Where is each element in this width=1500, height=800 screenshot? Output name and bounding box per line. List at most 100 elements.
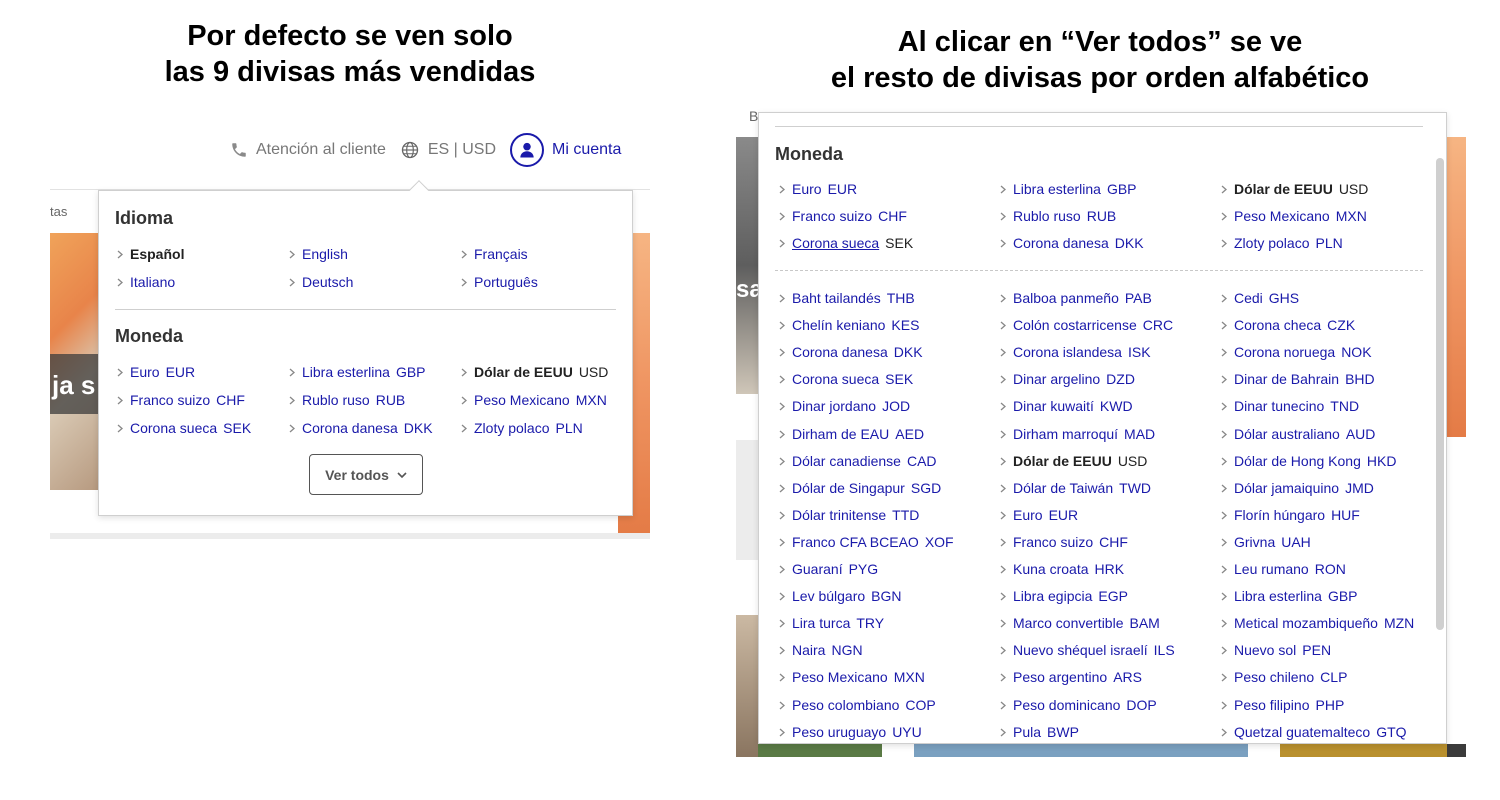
currency-code: SEK bbox=[223, 420, 252, 436]
currency-option[interactable]: Dólar de EEUU USD bbox=[1221, 181, 1368, 197]
currency-option[interactable]: Euro EUR bbox=[1000, 507, 1078, 523]
currency-name: Dirham marroquí bbox=[1013, 425, 1119, 442]
currency-option[interactable]: Dólar jamaiquino JMD bbox=[1221, 480, 1374, 496]
currency-option[interactable]: Peso argentino ARS bbox=[1000, 669, 1142, 685]
currency-option[interactable]: Lira turca TRY bbox=[779, 615, 884, 631]
currency-option[interactable]: Corona danesa DKK bbox=[779, 344, 923, 360]
account-link[interactable]: Mi cuenta bbox=[510, 133, 621, 167]
currency-option[interactable]: Dólar canadiense CAD bbox=[779, 453, 937, 469]
currency-option[interactable]: Peso Mexicano MXN bbox=[461, 392, 607, 408]
currency-option[interactable]: Chelín keniano KES bbox=[779, 317, 919, 333]
currency-option[interactable]: Dólar de EEUU USD bbox=[461, 364, 608, 380]
currency-option[interactable]: Rublo ruso RUB bbox=[1000, 208, 1116, 224]
currency-option[interactable]: Dinar argelino DZD bbox=[1000, 371, 1135, 387]
currency-code: HUF bbox=[1331, 506, 1360, 523]
language-option[interactable]: English bbox=[289, 246, 348, 262]
chevron-right-icon bbox=[779, 373, 785, 387]
currency-code: TTD bbox=[892, 506, 920, 523]
currency-option[interactable]: Guaraní PYG bbox=[779, 561, 878, 577]
locale-selector[interactable]: ES | USD bbox=[400, 140, 496, 160]
currency-option[interactable]: Dinar tunecino TND bbox=[1221, 398, 1359, 414]
language-option[interactable]: Deutsch bbox=[289, 274, 353, 290]
chevron-right-icon bbox=[1221, 482, 1227, 496]
currency-option[interactable]: Franco CFA BCEAO XOF bbox=[779, 534, 954, 550]
currency-option[interactable]: Dólar trinitense TTD bbox=[779, 507, 919, 523]
currency-option[interactable]: Balboa panmeño PAB bbox=[1000, 290, 1152, 306]
currency-option[interactable]: Kuna croata HRK bbox=[1000, 561, 1124, 577]
currency-option[interactable]: Corona sueca SEK bbox=[779, 371, 913, 387]
language-option[interactable]: Italiano bbox=[117, 274, 175, 290]
currency-option[interactable]: Euro EUR bbox=[117, 364, 195, 380]
currency-option[interactable]: Marco convertible BAM bbox=[1000, 615, 1160, 631]
currency-option[interactable]: Pula BWP bbox=[1000, 724, 1079, 740]
currency-option[interactable]: Dinar jordano JOD bbox=[779, 398, 910, 414]
currency-option[interactable]: Peso Mexicano MXN bbox=[779, 669, 925, 685]
support-link[interactable]: Atención al cliente bbox=[230, 141, 386, 159]
currency-option[interactable]: Franco suizo CHF bbox=[779, 208, 907, 224]
currency-option[interactable]: Lev búlgaro BGN bbox=[779, 588, 902, 604]
currency-option[interactable]: Leu rumano RON bbox=[1221, 561, 1346, 577]
currency-option[interactable]: Libra esterlina GBP bbox=[1221, 588, 1358, 604]
currency-option[interactable]: Grivna UAH bbox=[1221, 534, 1311, 550]
currency-option[interactable]: Peso uruguayo UYU bbox=[779, 724, 922, 740]
language-option[interactable]: Español bbox=[117, 246, 184, 262]
currency-option[interactable]: Dólar australiano AUD bbox=[1221, 426, 1375, 442]
currency-option[interactable]: Libra egipcia EGP bbox=[1000, 588, 1128, 604]
chevron-right-icon bbox=[1221, 292, 1227, 306]
scrollbar[interactable] bbox=[1436, 158, 1444, 630]
currency-option[interactable]: Zloty polaco PLN bbox=[461, 420, 583, 436]
currency-option[interactable]: Peso dominicano DOP bbox=[1000, 697, 1157, 713]
currency-option[interactable]: Baht tailandés THB bbox=[779, 290, 915, 306]
currency-option[interactable]: Franco suizo CHF bbox=[117, 392, 245, 408]
currency-code: BAM bbox=[1129, 615, 1160, 632]
currency-code: TND bbox=[1330, 398, 1360, 415]
currency-option[interactable]: Zloty polaco PLN bbox=[1221, 235, 1343, 251]
currency-option[interactable]: Peso chileno CLP bbox=[1221, 669, 1347, 685]
currency-option[interactable]: Quetzal guatemalteco GTQ bbox=[1221, 724, 1407, 740]
currency-option[interactable]: Corona noruega NOK bbox=[1221, 344, 1372, 360]
currency-option[interactable]: Dirham de EAU AED bbox=[779, 426, 924, 442]
currency-option[interactable]: Peso colombiano COP bbox=[779, 697, 936, 713]
currency-option[interactable]: Dólar de Singapur SGD bbox=[779, 480, 941, 496]
currency-option[interactable]: Naira NGN bbox=[779, 642, 863, 658]
language-option[interactable]: Português bbox=[461, 274, 538, 290]
currency-option[interactable]: Florín húngaro HUF bbox=[1221, 507, 1360, 523]
currency-code: CHF bbox=[878, 208, 907, 224]
chevron-right-icon bbox=[1221, 671, 1227, 685]
currency-option[interactable]: Peso Mexicano MXN bbox=[1221, 208, 1367, 224]
currency-option[interactable]: Libra esterlina GBP bbox=[289, 364, 426, 380]
currency-name: Dinar argelino bbox=[1013, 371, 1101, 388]
currency-option[interactable]: Corona danesa DKK bbox=[1000, 235, 1144, 251]
currency-option[interactable]: Dirham marroquí MAD bbox=[1000, 426, 1155, 442]
currency-option[interactable]: Metical mozambiqueño MZN bbox=[1221, 615, 1414, 631]
ver-todos-button[interactable]: Ver todos bbox=[309, 454, 423, 495]
currency-option[interactable]: Nuevo sol PEN bbox=[1221, 642, 1331, 658]
currency-option[interactable]: Dólar de Taiwán TWD bbox=[1000, 480, 1151, 496]
language-option[interactable]: Français bbox=[461, 246, 528, 262]
currency-option[interactable]: Cedi GHS bbox=[1221, 290, 1299, 306]
currency-code: RUB bbox=[1086, 208, 1117, 224]
currency-option[interactable]: Dinar kuwaití KWD bbox=[1000, 398, 1133, 414]
currency-code: ARS bbox=[1113, 669, 1142, 686]
currency-option[interactable]: Rublo ruso RUB bbox=[289, 392, 405, 408]
currency-option[interactable]: Nuevo shéquel israelí ILS bbox=[1000, 642, 1175, 658]
chevron-right-icon bbox=[461, 276, 467, 290]
currency-option[interactable]: Franco suizo CHF bbox=[1000, 534, 1128, 550]
currency-option[interactable]: Corona checa CZK bbox=[1221, 317, 1355, 333]
currency-option[interactable]: Dólar de Hong Kong HKD bbox=[1221, 453, 1396, 469]
currency-option[interactable]: Dólar de EEUU USD bbox=[1000, 453, 1147, 469]
currency-option[interactable]: Corona sueca SEK bbox=[779, 235, 913, 251]
currency-option[interactable]: Corona islandesa ISK bbox=[1000, 344, 1151, 360]
currency-option[interactable]: Libra esterlina GBP bbox=[1000, 181, 1137, 197]
currency-option[interactable]: Dinar de Bahrain BHD bbox=[1221, 371, 1375, 387]
currency-code: MXN bbox=[575, 392, 607, 408]
chevron-right-icon bbox=[1221, 210, 1227, 224]
currency-option[interactable]: Euro EUR bbox=[779, 181, 857, 197]
currency-code: MAD bbox=[1124, 425, 1156, 442]
bg-image-left-3 bbox=[736, 615, 758, 757]
currency-option[interactable]: Corona sueca SEK bbox=[117, 420, 251, 436]
bg-image-bottom-2 bbox=[914, 744, 1248, 757]
currency-option[interactable]: Colón costarricense CRC bbox=[1000, 317, 1173, 333]
currency-option[interactable]: Peso filipino PHP bbox=[1221, 697, 1344, 713]
currency-option[interactable]: Corona danesa DKK bbox=[289, 420, 433, 436]
